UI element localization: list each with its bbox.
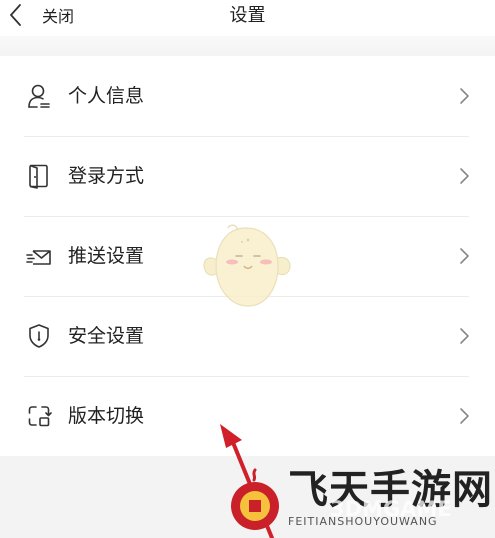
chevron-right-icon: [458, 87, 470, 105]
shield-icon: [26, 323, 52, 349]
settings-item-personal-info[interactable]: 个人信息: [0, 56, 495, 136]
settings-item-label: 个人信息: [68, 85, 145, 107]
top-bar: 关闭 设置: [0, 0, 495, 36]
page-title: 设置: [229, 5, 266, 26]
settings-item-label: 推送设置: [68, 245, 145, 267]
settings-item-label: 登录方式: [68, 165, 145, 187]
chevron-right-icon: [458, 247, 470, 265]
send-envelope-icon: [26, 243, 52, 269]
chevron-right-icon: [458, 327, 470, 345]
mascot-watermark-icon: [203, 224, 291, 307]
section-gap: [0, 36, 495, 56]
settings-item-label: 版本切换: [68, 405, 145, 427]
settings-item-label: 安全设置: [68, 325, 145, 347]
door-icon: [26, 163, 52, 189]
settings-item-login-method[interactable]: 登录方式: [0, 136, 495, 216]
chevron-right-icon: [458, 407, 470, 425]
chevron-right-icon: [458, 167, 470, 185]
watermark-subtitle: FEITIANSHOUYOUWANG: [288, 515, 438, 528]
site-logo-icon: [231, 468, 279, 530]
person-icon: [26, 83, 52, 109]
switch-icon: [26, 403, 52, 429]
